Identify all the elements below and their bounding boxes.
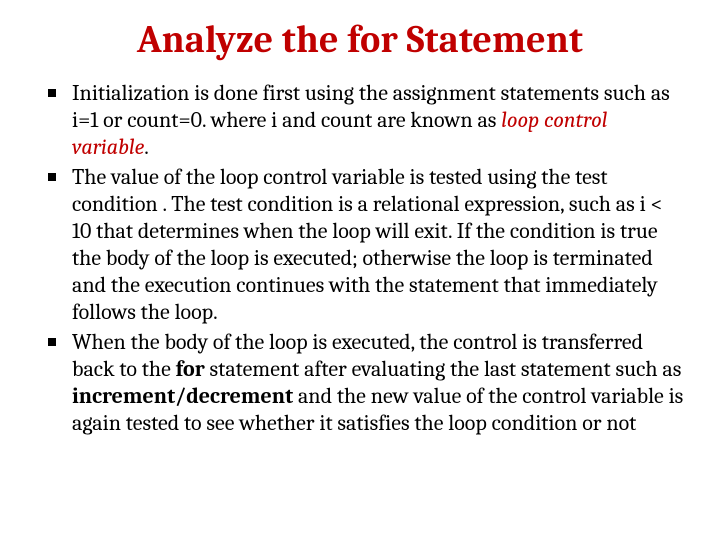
slide: Analyze the for Statement Initialization…	[0, 0, 720, 540]
list-item: The value of the loop control variable i…	[44, 164, 684, 325]
slide-title: Analyze the for Statement	[30, 18, 690, 62]
bold-for: for	[176, 356, 205, 382]
bold-increment-decrement: increment/decrement	[72, 383, 293, 409]
bullet-text: .	[144, 134, 149, 160]
bullet-list: Initialization is done first using the a…	[30, 80, 690, 437]
list-item: When the body of the loop is executed, t…	[44, 329, 684, 436]
list-item: Initialization is done first using the a…	[44, 80, 684, 160]
bullet-text: The value of the loop control variable i…	[72, 164, 663, 324]
bullet-text: statement after evaluating the last stat…	[205, 356, 682, 382]
